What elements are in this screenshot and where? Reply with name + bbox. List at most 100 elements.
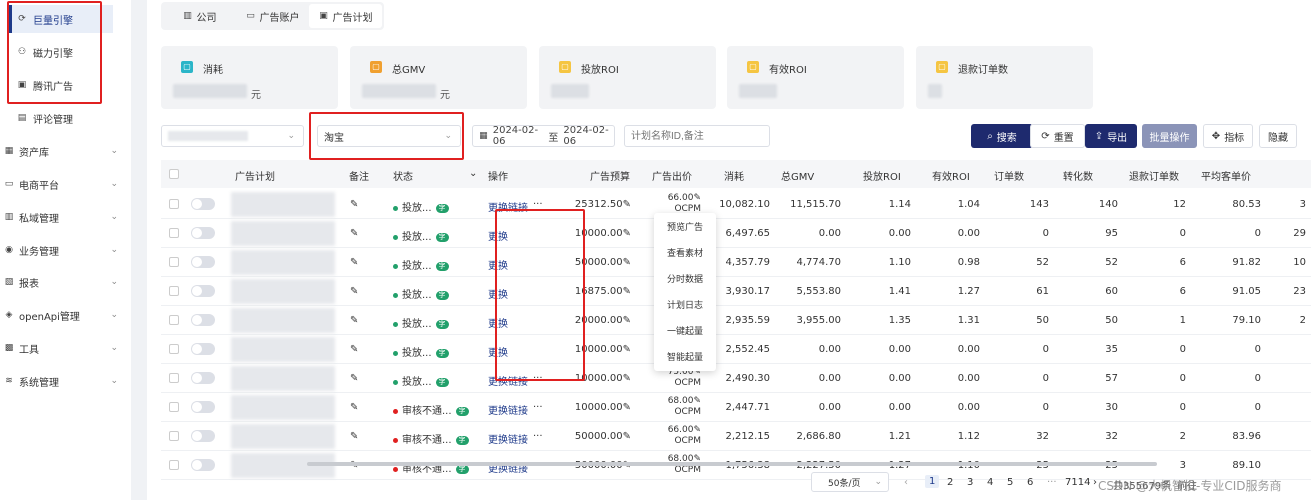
edit-icon[interactable]: ✎ — [623, 315, 631, 326]
page-number[interactable]: 1 — [925, 475, 940, 488]
tab-company[interactable]: ▥ 公司 — [163, 4, 236, 28]
edit-icon[interactable]: ✎ — [350, 257, 358, 268]
column-header[interactable]: 转化数 — [1063, 168, 1093, 183]
edit-icon[interactable]: ✎ — [693, 396, 701, 406]
table-row[interactable]: ✎ 审核不通... 字更换链接 ··· 50000.00✎ 66.00✎ OCPM 2,212… — [161, 422, 1311, 451]
row-checkbox[interactable] — [169, 199, 179, 209]
table-row[interactable]: ✎ 投放... 字更换链接 ··· 10000.00✎ 75.00✎ OCPM 2,490.3… — [161, 364, 1311, 393]
status-toggle[interactable] — [191, 430, 215, 442]
edit-icon[interactable]: ✎ — [623, 431, 631, 442]
edit-icon[interactable]: ✎ — [623, 286, 631, 297]
sidebar-group-tools[interactable]: ▩ 工具 ⌄ — [4, 338, 124, 358]
table-row[interactable]: ✎投放...字更换10000.00✎68.00✎OCPM2,552.450.00… — [161, 335, 1311, 364]
status-toggle[interactable] — [191, 198, 215, 210]
tab-ad-plan[interactable]: ▣ 广告计划 — [309, 4, 382, 28]
menu-item-smart-boost[interactable]: 智能起量 — [654, 346, 716, 370]
table-row[interactable]: ✎ 审核不通... 字更换链接 ··· 10000.00✎ 68.00✎ OCPM 2,447… — [161, 393, 1311, 422]
page-number[interactable]: 7114 — [1065, 477, 1090, 488]
edit-icon[interactable]: ✎ — [350, 431, 358, 442]
edit-icon[interactable]: ✎ — [623, 199, 631, 210]
table-row[interactable]: ✎投放...字更换50000.00✎66.00✎OCPM4,357.794,77… — [161, 248, 1311, 277]
edit-icon[interactable]: ✎ — [623, 373, 631, 384]
page-size-select[interactable]: 50条/页 ⌄ — [811, 472, 889, 492]
status-toggle[interactable] — [191, 343, 215, 355]
select-all-checkbox[interactable] — [169, 169, 179, 179]
status-toggle[interactable] — [191, 401, 215, 413]
page-number[interactable]: 5 — [1007, 477, 1013, 488]
batch-operation-button[interactable]: 批量操作 — [1142, 124, 1197, 148]
account-select[interactable]: ⌄ — [161, 125, 304, 147]
edit-icon[interactable]: ✎ — [623, 228, 631, 239]
edit-icon[interactable]: ✎ — [350, 286, 358, 297]
page-number[interactable]: 6 — [1027, 477, 1033, 488]
horizontal-scrollbar[interactable] — [307, 462, 1157, 466]
edit-icon[interactable]: ✎ — [350, 402, 358, 413]
edit-icon[interactable]: ✎ — [350, 373, 358, 384]
column-header[interactable]: 总GMV — [781, 168, 814, 183]
status-toggle[interactable] — [191, 372, 215, 384]
status-toggle[interactable] — [191, 314, 215, 326]
status-toggle[interactable] — [191, 285, 215, 297]
prev-page-icon[interactable]: ‹ — [904, 477, 908, 488]
row-checkbox[interactable] — [169, 228, 179, 238]
row-checkbox[interactable] — [169, 257, 179, 267]
column-header[interactable]: 平均客单价 — [1201, 168, 1251, 183]
row-checkbox[interactable] — [169, 402, 179, 412]
edit-icon[interactable]: ✎ — [623, 344, 631, 355]
search-button[interactable]: ⌕ 搜索 — [971, 124, 1033, 148]
change-link-button[interactable]: 更换链接 — [488, 431, 528, 446]
sidebar-group-assets[interactable]: ▦ 资产库 ⌄ — [4, 141, 124, 161]
reset-button[interactable]: ⟳ 重置 — [1030, 124, 1085, 148]
edit-icon[interactable]: ✎ — [693, 193, 701, 203]
row-checkbox[interactable] — [169, 315, 179, 325]
edit-icon[interactable]: ✎ — [693, 425, 701, 435]
table-row[interactable]: ✎ 投放... 字更换链接 ··· 25312.50✎ 66.00✎ OCPM 10,082.… — [161, 190, 1311, 219]
page-number[interactable]: 2 — [947, 477, 953, 488]
more-icon[interactable]: ··· — [533, 402, 543, 413]
sidebar-item-comments[interactable]: ▤ 评论管理 — [9, 104, 113, 132]
sidebar-group-report[interactable]: ▧ 报表 ⌄ — [4, 272, 124, 292]
row-checkbox[interactable] — [169, 460, 179, 470]
menu-item-plan-log[interactable]: 计划日志 — [654, 294, 716, 318]
next-page-icon[interactable]: › — [1093, 477, 1097, 488]
status-toggle[interactable] — [191, 256, 215, 268]
edit-icon[interactable]: ✎ — [350, 228, 358, 239]
sidebar-group-private[interactable]: ▥ 私域管理 ⌄ — [4, 207, 124, 227]
tab-ad-account[interactable]: ▭ 广告账户 — [236, 4, 309, 28]
table-row[interactable]: ✎投放...字更换20000.00✎66.00✎OCPM2,935.593,95… — [161, 306, 1311, 335]
edit-icon[interactable]: ✎ — [350, 344, 358, 355]
page-number[interactable]: 3 — [967, 477, 973, 488]
more-icon[interactable]: ··· — [533, 431, 543, 442]
sidebar-group-openapi[interactable]: ◈ openApi管理 ⌄ — [4, 305, 124, 325]
sidebar-group-system[interactable]: ≋ 系统管理 ⌄ — [4, 371, 124, 391]
row-checkbox[interactable] — [169, 344, 179, 354]
status-toggle[interactable] — [191, 227, 215, 239]
sidebar-group-ecommerce[interactable]: ▭ 电商平台 ⌄ — [4, 174, 124, 194]
sidebar-group-business[interactable]: ◉ 业务管理 ⌄ — [4, 240, 124, 260]
export-button[interactable]: ⇪ 导出 — [1085, 124, 1137, 148]
status-toggle[interactable] — [191, 459, 215, 471]
edit-icon[interactable]: ✎ — [623, 402, 631, 413]
menu-item-preview-ad[interactable]: 预览广告 — [654, 216, 716, 240]
hide-button[interactable]: 隐藏 — [1259, 124, 1297, 148]
column-header[interactable]: 退款订单数 — [1129, 168, 1179, 183]
table-row[interactable]: ✎投放...字更换16875.00✎66.00✎OCPM3,930.175,55… — [161, 277, 1311, 306]
row-checkbox[interactable] — [169, 373, 179, 383]
menu-item-hourly-data[interactable]: 分时数据 — [654, 268, 716, 292]
menu-item-view-material[interactable]: 查看素材 — [654, 242, 716, 266]
filter-icon[interactable]: ⌄ — [469, 168, 477, 179]
menu-item-quick-boost[interactable]: 一键起量 — [654, 320, 716, 344]
more-pages-icon[interactable]: ··· — [1047, 477, 1057, 488]
column-header[interactable]: 订单数 — [994, 168, 1024, 183]
row-checkbox[interactable] — [169, 286, 179, 296]
page-number[interactable]: 4 — [987, 477, 993, 488]
metrics-button[interactable]: ✥ 指标 — [1203, 124, 1253, 148]
row-checkbox[interactable] — [169, 431, 179, 441]
edit-icon[interactable]: ✎ — [350, 315, 358, 326]
change-link-button[interactable]: 更换链接 — [488, 402, 528, 417]
search-input[interactable] — [624, 125, 770, 147]
column-header[interactable]: 消耗 — [724, 168, 744, 183]
date-range-picker[interactable]: ▦ 2024-02-06 至 2024-02-06 — [472, 125, 615, 147]
table-row[interactable]: ✎投放...字更换10000.00✎65.00✎OCPM6,497.650.00… — [161, 219, 1311, 248]
edit-icon[interactable]: ✎ — [623, 257, 631, 268]
